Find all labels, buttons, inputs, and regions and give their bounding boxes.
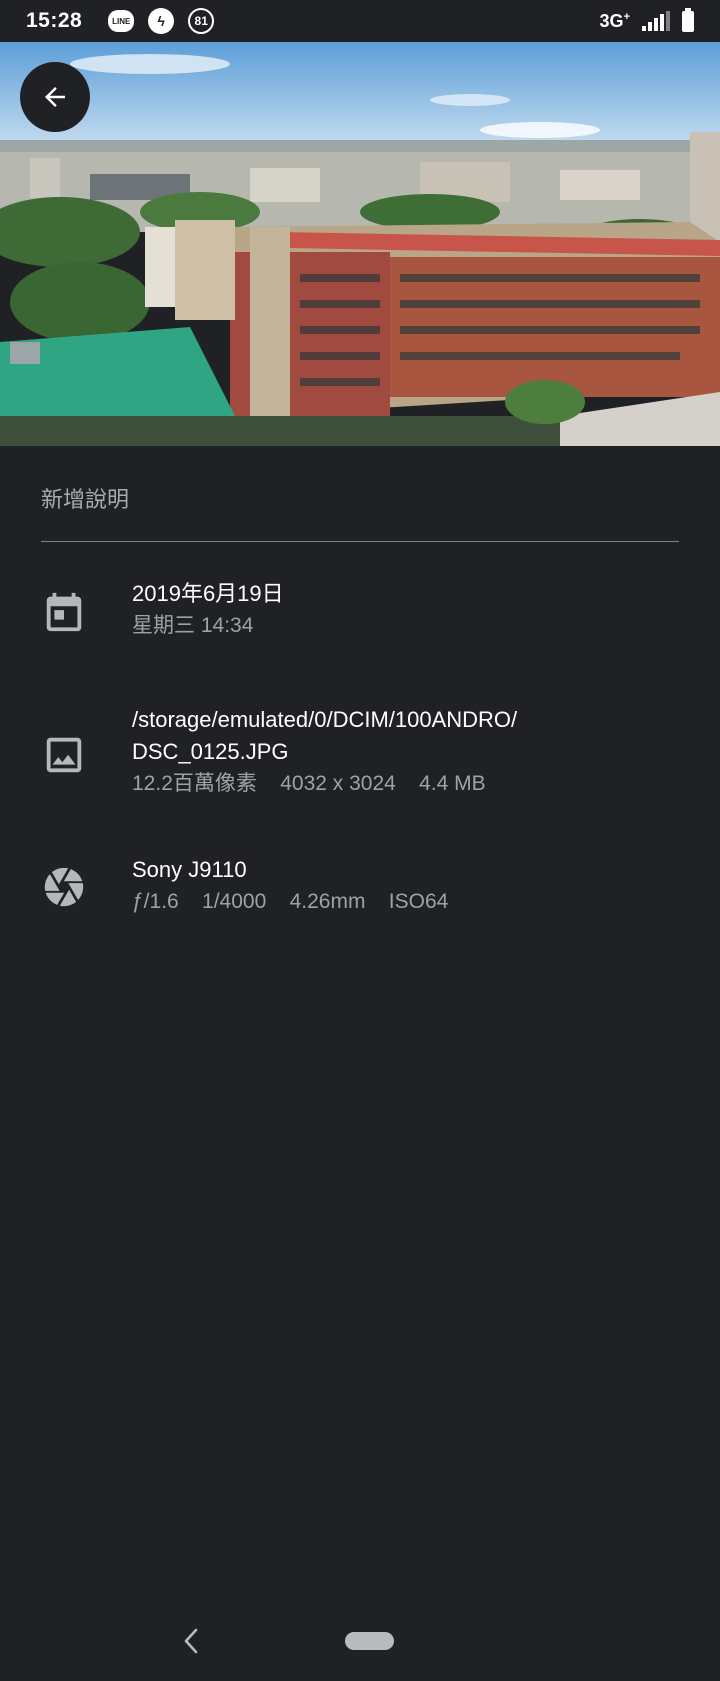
city-rooftop-photo xyxy=(0,42,720,446)
exif-details: ƒ/1.6 1/4000 4.26mm ISO64 xyxy=(132,890,449,913)
nav-back-button[interactable] xyxy=(176,1626,206,1656)
chevron-left-icon xyxy=(184,1628,198,1654)
date-text-group: 2019年6月19日 星期三 14:34 xyxy=(132,578,284,642)
file-text-group: /storage/emulated/0/DCIM/100ANDRO/ DSC_0… xyxy=(132,704,517,800)
signal-icon xyxy=(642,11,670,31)
network-type: 3G+ xyxy=(599,10,630,31)
camera-row: Sony J9110 ƒ/1.6 1/4000 4.26mm ISO64 xyxy=(0,854,720,924)
file-row: /storage/emulated/0/DCIM/100ANDRO/ DSC_0… xyxy=(0,704,720,804)
camera-text-group: Sony J9110 ƒ/1.6 1/4000 4.26mm ISO64 xyxy=(132,854,448,918)
arrow-left-icon xyxy=(45,87,65,107)
image-icon xyxy=(46,737,82,773)
photo-preview[interactable] xyxy=(0,42,720,446)
back-button[interactable] xyxy=(20,62,90,132)
status-time: 15:28 xyxy=(26,9,83,32)
file-details: 12.2百萬像素 4032 x 3024 4.4 MB xyxy=(132,772,486,795)
status-bar: 15:28 LINE ϟ 81 3G+ xyxy=(0,0,720,42)
date-row: 2019年6月19日 星期三 14:34 xyxy=(0,578,720,648)
nav-home-pill[interactable] xyxy=(345,1632,394,1650)
status-right-group: 3G+ xyxy=(599,7,694,32)
date-label: 2019年6月19日 xyxy=(132,581,284,606)
aperture-icon xyxy=(44,867,84,907)
add-caption-input[interactable]: 新增說明 xyxy=(41,466,679,542)
notification-icons: LINE ϟ 81 xyxy=(108,8,215,34)
badge-81-icon: 81 xyxy=(188,8,215,34)
photo-details-screen: 15:28 LINE ϟ 81 3G+ 新增說明 2019年6月19日 星期三 … xyxy=(0,0,720,1681)
battery-icon xyxy=(682,7,694,32)
file-path-line1: /storage/emulated/0/DCIM/100ANDRO/ xyxy=(132,707,518,732)
camera-model: Sony J9110 xyxy=(132,857,247,882)
calendar-icon xyxy=(46,592,82,632)
line-icon: LINE xyxy=(108,10,135,32)
weekday-time-label: 星期三 14:34 xyxy=(132,614,254,637)
bolt-icon: ϟ xyxy=(148,8,175,34)
file-path-line2: DSC_0125.JPG xyxy=(132,739,289,764)
